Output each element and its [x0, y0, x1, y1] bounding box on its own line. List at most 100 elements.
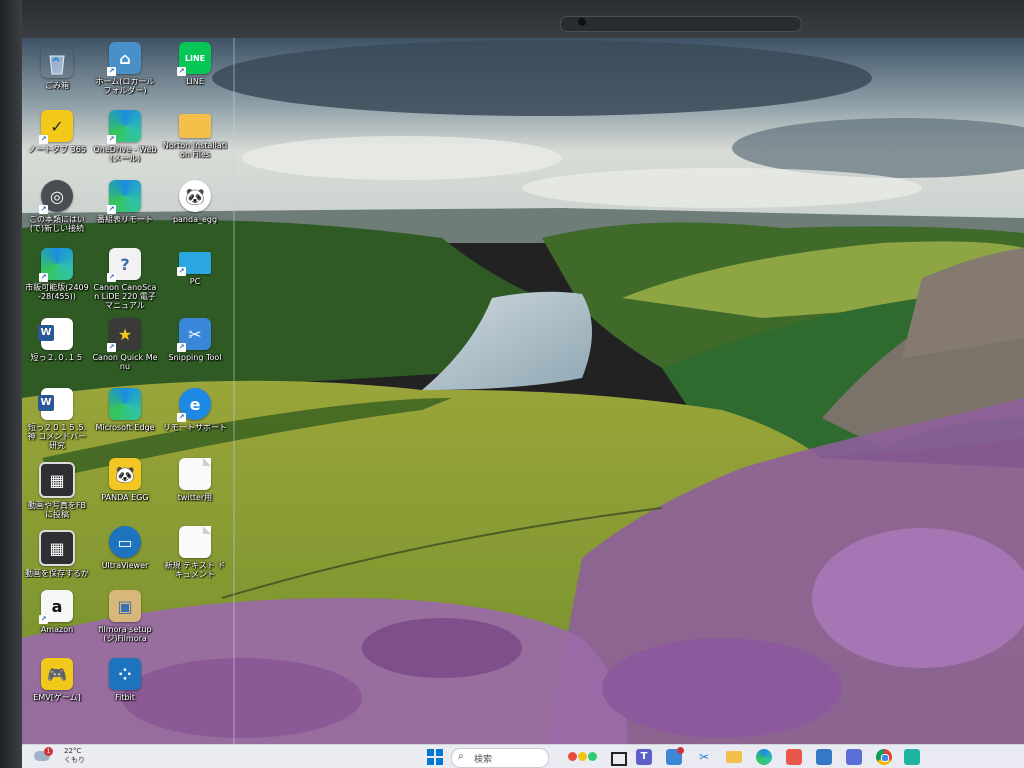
desktop-icon-panda-egg-folder[interactable]: 🐼 panda_egg: [162, 180, 228, 224]
game-controller-icon: 🎮: [41, 658, 73, 690]
desktop-icon-word-doc-2[interactable]: W 短っ２０１５.5.神 コメンドバー研究: [24, 388, 90, 450]
settings-button[interactable]: [846, 749, 862, 765]
desktop-icon-microsoft-edge[interactable]: Microsoft Edge: [92, 388, 158, 432]
teams-button[interactable]: T: [636, 749, 652, 765]
store-button[interactable]: [816, 749, 832, 765]
panda-icon: 🐼: [179, 180, 211, 212]
desktop-icon-line[interactable]: LINE ↗ LINE: [162, 42, 228, 86]
desktop-icon-label: Norton Installation Files: [162, 141, 228, 159]
desktop-icon-remote-tv[interactable]: ↗ 番組表リモート: [92, 180, 158, 224]
desktop-icon-label: 動画や写真をFBに投稿: [27, 501, 87, 519]
desktop-icon-twitter-text[interactable]: twitter用: [162, 458, 228, 502]
help-document-icon: ? ↗: [107, 248, 141, 282]
shortcut-arrow-icon: ↗: [177, 67, 186, 76]
shortcut-arrow-icon: ↗: [177, 413, 186, 422]
webcam-lens: [578, 18, 586, 26]
desktop-icon-label: Snipping Tool: [168, 353, 222, 362]
camera-app-icon: ◎ ↗: [39, 180, 73, 214]
desktop-icon-game[interactable]: 🎮 EMV[ゲーム]: [24, 658, 90, 702]
taskbar-search-box[interactable]: ⌕ 検索: [451, 748, 549, 768]
desktop-icon-new-text-doc[interactable]: 新規 テキスト ドキュメント: [162, 526, 228, 579]
text-file-icon: [179, 526, 211, 558]
desktop-screen: ごみ箱 ✓ ↗ ノートタブ 365 ◎ ↗ この本類にはい(で)新しい接続 ↗ 市販…: [22, 38, 1024, 768]
desktop-icon-label: ごみ箱: [45, 81, 69, 90]
weather-condition: くもり: [64, 756, 85, 764]
video-app-icon: ▦: [39, 530, 75, 566]
chrome-icon: [881, 754, 889, 762]
ie-icon: e ↗: [177, 388, 211, 422]
desktop-icon-connect[interactable]: ◎ ↗ この本類にはい(で)新しい接続: [24, 180, 90, 233]
desktop-icon-label: PANDA EGG: [101, 493, 149, 502]
file-explorer-button[interactable]: [726, 749, 742, 765]
webcam-bar: [560, 16, 802, 32]
notification-badge: 1: [44, 747, 53, 756]
red-app-button[interactable]: [786, 749, 802, 765]
desktop-icon-remote-support[interactable]: e ↗ リモートサポート: [162, 388, 228, 432]
shortcut-arrow-icon: ↗: [107, 67, 116, 76]
widgets-button[interactable]: [666, 747, 684, 765]
desktop-icon-canoscan-manual[interactable]: ? ↗ Canon CanoScan LiDE 220 電子マニュアル: [92, 248, 158, 310]
desktop-icon-home-network[interactable]: ⌂ ↗ ホーム(ロカールフォルダー): [92, 42, 158, 95]
desktop-icon-label: 新規 テキスト ドキュメント: [164, 561, 226, 579]
folder-icon: [179, 114, 211, 138]
line-icon: LINE ↗: [177, 42, 211, 76]
desktop-icon-label: この本類にはい(で)新しい接続: [29, 215, 85, 233]
desktop-icon-recycle-bin[interactable]: ごみ箱: [24, 46, 90, 90]
chrome-button[interactable]: [876, 749, 892, 765]
word-doc-icon: W: [38, 388, 73, 420]
desktop-icon-ultraviewer[interactable]: ▭ UltraViewer: [92, 526, 158, 570]
shortcut-arrow-icon: ↗: [39, 135, 48, 144]
task-view-button[interactable]: [608, 749, 627, 766]
word-doc-icon: W: [38, 318, 73, 350]
desktop-icon-snipping-tool[interactable]: ✂ ↗ Snipping Tool: [162, 318, 228, 362]
copilot-icon: [568, 752, 598, 761]
desktop-icon-label: OneDrive - Web(メール): [93, 145, 157, 163]
installer-box-icon: ▣: [109, 590, 141, 622]
edge-beta-icon: ↗: [39, 248, 73, 282]
desktop-icon-fitbit[interactable]: ⁘ Fitbit: [92, 658, 158, 702]
start-button[interactable]: [427, 749, 443, 765]
desktop-icon-label: filmora setup(ジ)Filmora: [98, 625, 152, 643]
desktop-icon-panda-egg[interactable]: 🐼 PANDA EGG: [92, 458, 158, 502]
desktop-icon-label: Canon Quick Menu: [92, 353, 158, 371]
weather-widget[interactable]: 1 22°C くもり: [30, 745, 90, 768]
desktop-icon-edge-beta[interactable]: ↗ 市販可能版(2409-28(455)): [24, 248, 90, 301]
taskbar: 1 22°C くもり ⌕ 検索 T ✂: [22, 744, 1024, 768]
edge-taskbar-button[interactable]: [756, 749, 772, 765]
desktop-icon-label: ホーム(ロカールフォルダー): [95, 77, 155, 95]
shortcut-arrow-icon: ↗: [39, 615, 48, 624]
teams-icon: T: [640, 751, 648, 762]
desktop-icon-label: 市販可能版(2409-28(455)): [25, 283, 89, 301]
task-view-icon: [611, 752, 627, 766]
photo-frame: ごみ箱 ✓ ↗ ノートタブ 365 ◎ ↗ この本類にはい(で)新しい接続 ↗ 市販…: [0, 0, 1024, 768]
widgets-icon: [677, 747, 684, 754]
desktop-icon-label: UltraViewer: [101, 561, 149, 570]
desktop-icon-label: LINE: [186, 77, 204, 86]
pc-monitor-icon: ↗: [177, 252, 211, 276]
snip-button[interactable]: ✂: [696, 749, 712, 765]
desktop-icon-norton-files[interactable]: Norton Installation Files: [162, 110, 228, 159]
shortcut-arrow-icon: ↗: [107, 343, 116, 352]
shortcut-arrow-icon: ↗: [177, 267, 186, 276]
recycle-bin-icon: [41, 46, 73, 78]
copilot-button[interactable]: [568, 749, 598, 765]
desktop-icon-word-doc-1[interactable]: W 短っ２.０.１５: [24, 318, 90, 362]
desktop-icon-amazon[interactable]: a ↗ Amazon: [24, 590, 90, 634]
search-icon: ⌕: [458, 751, 464, 762]
panda-icon: 🐼: [109, 458, 141, 490]
shortcut-arrow-icon: ↗: [107, 205, 116, 214]
desktop-icon-todo[interactable]: ✓ ↗ ノートタブ 365: [24, 110, 90, 154]
desktop-icon-canon-quick-menu[interactable]: ★ ↗ Canon Quick Menu: [92, 318, 158, 371]
teal-app-button[interactable]: [904, 749, 920, 765]
desktop-icon-label: 番組表リモート: [97, 215, 153, 224]
desktop-icon-label: Microsoft Edge: [95, 423, 155, 432]
desktop-icon-onedrive-web[interactable]: ↗ OneDrive - Web(メール): [92, 110, 158, 163]
desktop-icon-filmora-setup[interactable]: ▣ filmora setup(ジ)Filmora: [92, 590, 158, 643]
canon-quick-menu-icon: ★ ↗: [107, 318, 141, 352]
desktop-icon-video-post[interactable]: ▦ 動画や写真をFBに投稿: [24, 462, 90, 519]
desktop-icon-pc[interactable]: ↗ PC: [162, 248, 228, 286]
shortcut-arrow-icon: ↗: [39, 205, 48, 214]
search-placeholder: 検索: [474, 755, 493, 765]
desktop-icon-video-save[interactable]: ▦ 動画を保存するか: [24, 530, 90, 578]
edge-icon: [109, 388, 141, 420]
